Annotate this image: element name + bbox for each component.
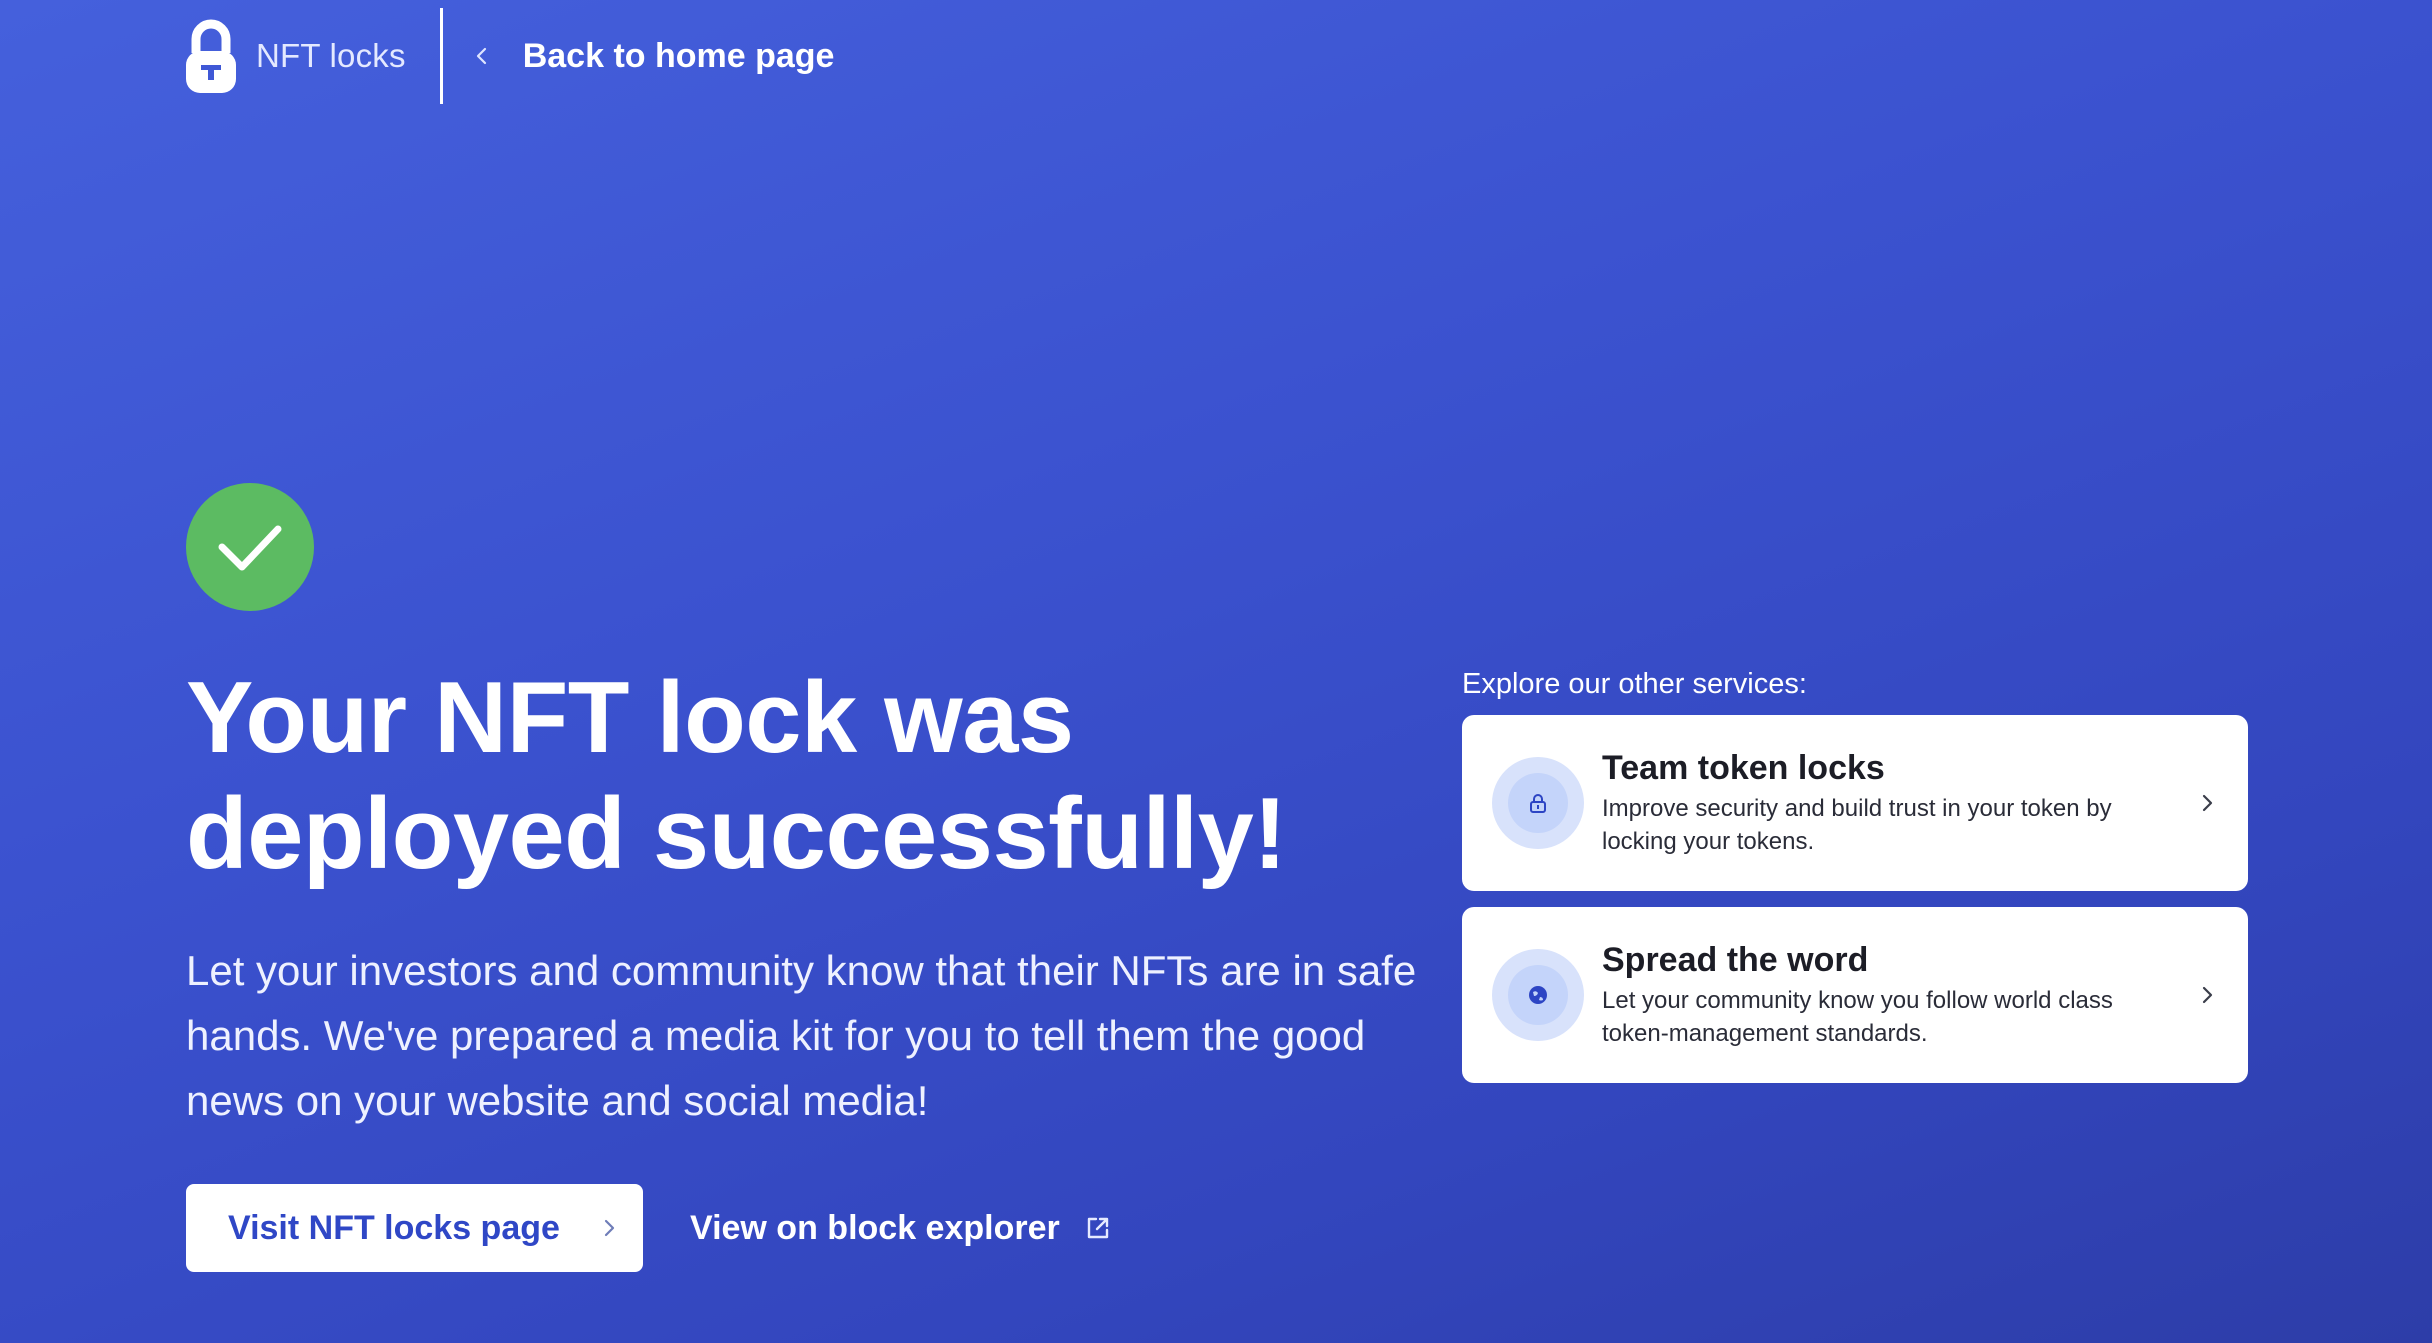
service-description: Improve security and build trust in your… — [1602, 795, 2112, 855]
chevron-right-icon — [2202, 986, 2213, 1004]
brand[interactable]: NFT locks — [186, 19, 406, 93]
page-title: Your NFT lock was deployed successfully! — [186, 662, 1287, 890]
view-block-explorer-label: View on block explorer — [690, 1208, 1060, 1247]
checkmark-icon — [218, 525, 282, 571]
view-block-explorer-link[interactable]: View on block explorer — [690, 1184, 1112, 1272]
services-title: Explore our other services: — [1462, 668, 1807, 700]
visit-nft-locks-label: Visit NFT locks page — [228, 1208, 560, 1247]
service-icon-circle — [1492, 757, 1584, 849]
service-name: Spread the word — [1602, 941, 1869, 979]
back-link-label: Back to home page — [522, 36, 835, 75]
top-header: NFT locks Back to home page — [186, 8, 834, 104]
service-description: Let your community know you follow world… — [1602, 987, 2113, 1047]
chevron-left-icon — [476, 47, 486, 65]
padlock-logo-icon — [186, 19, 236, 93]
service-card-team-token-locks[interactable]: Team token locks Improve security and bu… — [1462, 715, 2248, 891]
lock-icon — [1530, 794, 1546, 813]
visit-nft-locks-button[interactable]: Visit NFT locks page — [186, 1184, 643, 1272]
service-icon-circle — [1492, 949, 1584, 1041]
globe-icon — [1529, 986, 1547, 1004]
external-link-icon — [1087, 1217, 1108, 1239]
back-to-home-link[interactable]: Back to home page — [471, 36, 835, 76]
header-divider — [439, 8, 443, 104]
lead-paragraph: Let your investors and community know th… — [186, 947, 1417, 1124]
brand-name: NFT locks — [256, 37, 406, 74]
service-name: Team token locks — [1602, 749, 1885, 787]
success-check-badge — [186, 483, 314, 611]
chevron-right-icon — [2202, 794, 2213, 812]
chevron-right-icon — [604, 1219, 615, 1237]
service-card-spread-the-word[interactable]: Spread the word Let your community know … — [1462, 907, 2248, 1083]
